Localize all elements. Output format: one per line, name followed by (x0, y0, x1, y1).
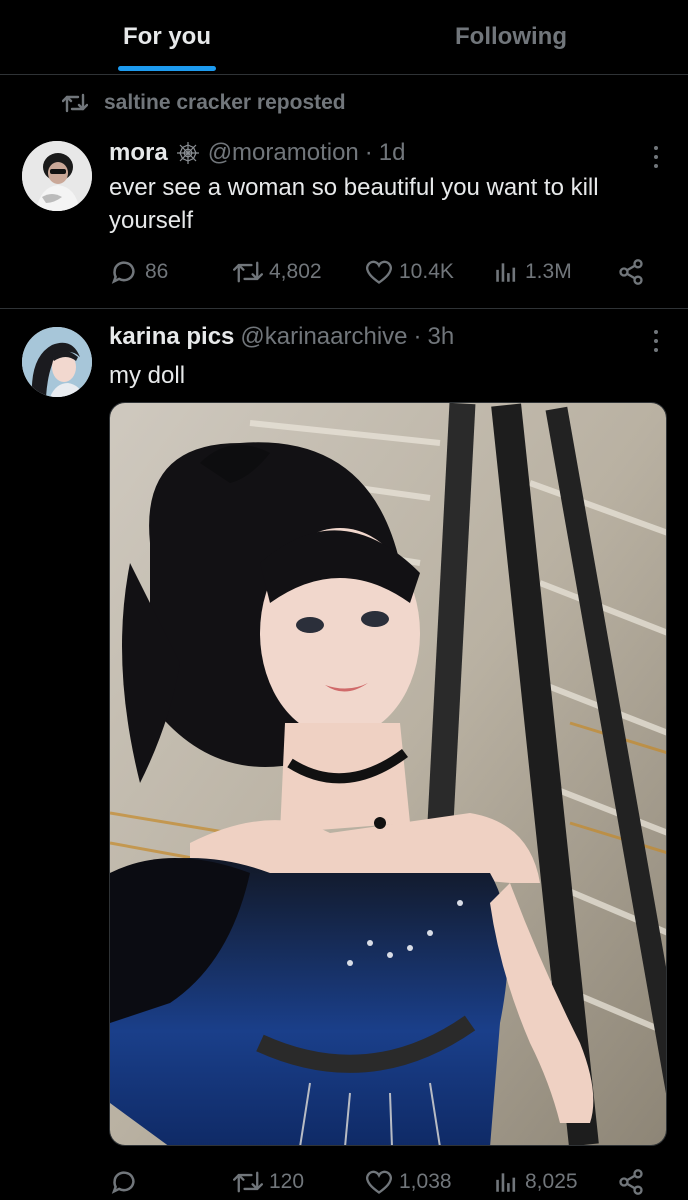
like-count: 10.4K (399, 260, 454, 283)
separator-dot: · (364, 139, 373, 166)
separator-dot: · (413, 323, 422, 350)
post-header: mora @moramotion · 1d (109, 139, 405, 167)
post-actions: 120 1,038 8,025 (109, 1165, 649, 1199)
post-actions: 86 4,802 10.4K 1.3M (109, 255, 649, 289)
reply-button[interactable] (109, 1165, 145, 1199)
repost-button[interactable]: 120 (233, 1165, 304, 1199)
tab-for-you[interactable]: For you (0, 0, 334, 74)
repost-icon (233, 261, 263, 283)
avatar[interactable] (22, 141, 92, 211)
post-text: my doll (109, 362, 186, 389)
post-text: ever see a woman so beautiful you want t… (109, 174, 599, 234)
reply-icon (111, 1171, 135, 1194)
repost-icon (233, 1171, 263, 1193)
photo-image (110, 403, 666, 1145)
share-icon (619, 1169, 643, 1195)
post-time[interactable]: 3h (428, 323, 455, 351)
reply-button[interactable]: 86 (109, 255, 168, 289)
heart-icon (366, 1170, 392, 1194)
post-time[interactable]: 1d (379, 139, 406, 167)
post-photo[interactable] (109, 402, 667, 1146)
more-options-icon[interactable] (652, 144, 660, 170)
author-name[interactable]: mora (109, 139, 168, 167)
author-handle[interactable]: @moramotion (208, 139, 359, 167)
like-button[interactable]: 10.4K (365, 255, 454, 289)
repost-button[interactable]: 4,802 (233, 255, 322, 289)
avatar-image (22, 327, 92, 397)
share-button[interactable] (617, 255, 651, 289)
view-count: 8,025 (525, 1170, 578, 1193)
timeline-tabs: For you Following (0, 0, 688, 75)
author-name[interactable]: karina pics (109, 323, 234, 351)
views-button[interactable]: 8,025 (493, 1165, 578, 1199)
share-icon (619, 259, 643, 285)
repost-count: 4,802 (269, 260, 322, 283)
more-options-icon[interactable] (652, 328, 660, 354)
like-button[interactable]: 1,038 (365, 1165, 452, 1199)
active-tab-indicator (118, 66, 216, 71)
repost-icon (62, 93, 88, 113)
repost-context: saltine cracker reposted (62, 91, 346, 115)
share-button[interactable] (617, 1165, 651, 1199)
avatar[interactable] (22, 327, 92, 397)
post[interactable]: saltine cracker reposted mora @moramotio… (0, 75, 688, 309)
avatar-image (22, 141, 92, 211)
author-handle[interactable]: @karinaarchive (240, 323, 407, 351)
heart-icon (366, 260, 392, 284)
views-button[interactable]: 1.3M (493, 255, 572, 289)
analytics-icon (496, 1173, 516, 1192)
post-header: karina pics @karinaarchive · 3h (109, 323, 454, 351)
spiderweb-icon (176, 141, 200, 165)
like-count: 1,038 (399, 1170, 452, 1193)
reply-icon (111, 261, 135, 284)
repost-count: 120 (269, 1170, 305, 1193)
post[interactable]: karina pics @karinaarchive · 3h my doll (0, 309, 688, 1200)
analytics-icon (496, 263, 516, 282)
reply-count: 86 (145, 260, 169, 283)
tab-following[interactable]: Following (344, 0, 678, 74)
view-count: 1.3M (525, 260, 572, 283)
repost-label: saltine cracker reposted (104, 91, 346, 114)
